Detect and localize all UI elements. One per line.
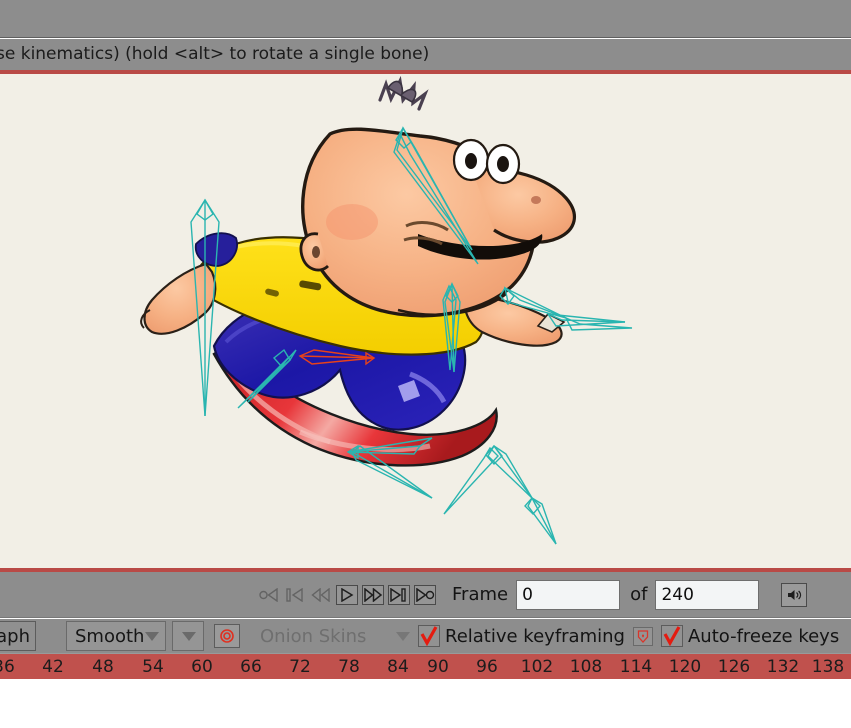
relative-keyframing-checkbox-group[interactable]: Relative keyframing (418, 625, 625, 647)
application-window: se kinematics) (hold <alt> to rotate a s… (0, 0, 851, 728)
onion-skins-dropdown[interactable]: Onion Skins (252, 621, 416, 651)
auto-freeze-checkbox-group[interactable]: Auto-freeze keys (660, 625, 840, 647)
ruler-tick: 36 (0, 657, 15, 677)
onion-skin-icon[interactable] (214, 624, 240, 648)
character-artwork (140, 75, 633, 545)
frame-label: Frame (452, 584, 509, 605)
status-hint-text: se kinematics) (hold <alt> to rotate a s… (0, 44, 430, 64)
interpolation-dropdown[interactable]: Smooth (66, 621, 166, 651)
animation-canvas[interactable] (0, 74, 851, 568)
timeline-ruler[interactable]: 36 42 48 54 60 66 72 78 84 90 96 102 108 114 120 126 132… (0, 653, 851, 679)
end-loop-button[interactable] (414, 584, 436, 605)
ruler-tick: 60 (191, 657, 213, 677)
chevron-down-icon (145, 631, 159, 641)
ruler-tick: 108 (569, 657, 603, 677)
previous-keyframe-button[interactable] (284, 584, 306, 605)
relative-keyframing-label: Relative keyframing (445, 625, 625, 647)
shield-icon[interactable] (632, 626, 653, 646)
animation-options-bar: aph Smooth Onion Skins Relative keyframi… (0, 619, 851, 653)
left-arm-shape (140, 262, 217, 335)
top-chrome-strip (0, 0, 851, 38)
status-hint-bar: se kinematics) (hold <alt> to rotate a s… (0, 39, 851, 70)
step-back-button[interactable] (310, 584, 332, 605)
graph-mode-button[interactable]: aph (0, 621, 36, 651)
ruler-tick: 138 (811, 657, 845, 677)
total-frames-input[interactable]: 240 (655, 579, 760, 610)
ruler-tick: 90 (427, 657, 449, 677)
checkmark-icon (420, 626, 438, 646)
of-label: of (630, 584, 648, 605)
auto-freeze-checkbox[interactable] (660, 625, 683, 647)
onion-skins-label: Onion Skins (260, 625, 367, 647)
checkmark-icon (663, 626, 681, 646)
below-timeline-area (0, 679, 851, 728)
ruler-tick: 126 (717, 657, 751, 677)
fast-forward-button[interactable] (362, 584, 384, 605)
ruler-tick: 54 (142, 657, 164, 677)
ruler-tick: 132 (766, 657, 800, 677)
auto-freeze-label: Auto-freeze keys (687, 625, 840, 647)
chevron-down-icon (182, 631, 196, 641)
bone-right-thigh (485, 444, 533, 499)
relative-keyframing-checkbox[interactable] (418, 625, 440, 647)
ruler-tick: 84 (387, 657, 409, 677)
play-button[interactable] (336, 584, 358, 605)
ruler-tick: 48 (92, 657, 114, 677)
interpolation-options-dropdown[interactable] (172, 621, 204, 651)
ruler-tick: 72 (289, 657, 311, 677)
bone-right-shin (524, 496, 557, 545)
playback-toolbar: Frame 0 of 240 (0, 572, 851, 618)
next-keyframe-button[interactable] (388, 584, 410, 605)
speaker-icon[interactable] (781, 582, 808, 607)
chevron-down-icon (396, 631, 410, 641)
ruler-tick: 66 (240, 657, 262, 677)
ruler-tick: 42 (42, 657, 64, 677)
ruler-tick: 102 (520, 657, 554, 677)
frame-input[interactable]: 0 (516, 579, 621, 610)
ruler-tick: 120 (668, 657, 702, 677)
transport-controls (258, 584, 436, 605)
ruler-tick: 114 (619, 657, 653, 677)
interpolation-dropdown-label: Smooth (75, 625, 145, 647)
ruler-tick: 96 (476, 657, 498, 677)
rewind-to-start-button[interactable] (258, 584, 280, 605)
ruler-tick: 78 (338, 657, 360, 677)
